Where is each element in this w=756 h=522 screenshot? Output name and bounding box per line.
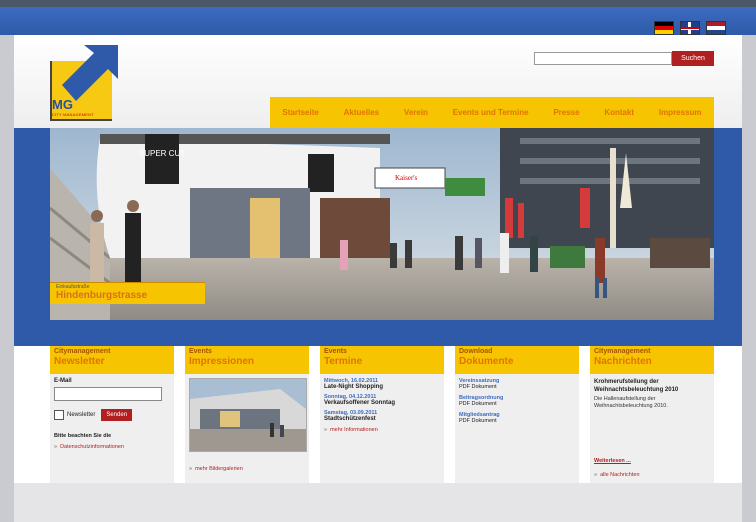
send-button[interactable]: Senden	[101, 409, 133, 421]
event-item[interactable]: Mittwoch, 16.02.2011 Late-Night Shopping	[324, 378, 440, 390]
gallery-photo	[190, 379, 306, 451]
header-bar	[0, 7, 756, 35]
newsletter-checkbox[interactable]	[54, 410, 64, 420]
privacy-link[interactable]: » Datenschutzinformationen	[54, 444, 170, 450]
events-title-main: Termine	[324, 356, 363, 367]
more-galleries-link[interactable]: » mehr Bildergalerien	[189, 466, 243, 472]
privacy-link-label: Datenschutzinformationen	[60, 444, 124, 450]
logo-text: MG	[52, 97, 73, 112]
more-galleries-label: mehr Bildergalerien	[195, 466, 243, 472]
all-news-label: alle Nachrichten	[600, 472, 640, 478]
nav-startseite[interactable]: Startseite	[282, 108, 318, 117]
hero-image: SUPER CUT Kaiser's Einkaufsstraße Hinden…	[50, 128, 714, 320]
newsletter-checkbox-label: Newsletter	[67, 412, 96, 418]
event-title: Late-Night Shopping	[324, 384, 383, 390]
download-type: PDF Dokument	[459, 384, 497, 390]
sign-kaisers: Kaiser's	[395, 174, 418, 182]
logo-arrow-icon	[62, 45, 118, 101]
news-title-main: Nachrichten	[594, 356, 652, 367]
events-box: Events Termine Mittwoch, 16.02.2011 Late…	[320, 346, 444, 483]
download-type: PDF Dokument	[459, 418, 497, 424]
impressions-title-small: Events	[189, 348, 212, 355]
hero-band: SUPER CUT Kaiser's Einkaufsstraße Hinden…	[14, 128, 742, 346]
download-type: PDF Dokument	[459, 401, 497, 407]
events-header: Events Termine	[320, 346, 444, 374]
footer-area	[14, 483, 742, 522]
events-list: Mittwoch, 16.02.2011 Late-Night Shopping…	[324, 378, 440, 433]
newsletter-header: Citymanagement Newsletter	[50, 346, 174, 374]
news-body: Krohmerufstellung der Weihnachtsbeleucht…	[594, 378, 710, 410]
dutch-flag-icon[interactable]	[706, 21, 726, 35]
event-item[interactable]: Sonntag, 04.12.2011 Verkaufsoffener Sonn…	[324, 394, 440, 406]
main-nav: Startseite Aktuelles Verein Events und T…	[270, 97, 714, 128]
event-title: Verkaufsoffener Sonntag	[324, 400, 396, 406]
news-headline: Krohmerufstellung der Weihnachtsbeleucht…	[594, 379, 679, 393]
nav-verein[interactable]: Verein	[404, 108, 428, 117]
arrow-icon: »	[324, 427, 328, 433]
top-strip	[0, 0, 756, 7]
news-header: Citymanagement Nachrichten	[590, 346, 714, 374]
nav-events-termine[interactable]: Events und Termine	[453, 108, 529, 117]
news-title-small: Citymanagement	[594, 348, 651, 355]
newsletter-body: E-Mail Newsletter Senden Bitte beachten …	[54, 378, 170, 450]
page-container: MG CITY MANAGEMENT Suchen Startseite Akt…	[14, 35, 742, 522]
impressions-title-main: Impressionen	[189, 356, 255, 367]
german-flag-icon[interactable]	[654, 21, 674, 35]
event-item[interactable]: Samstag, 03.09.2011 Stadtschützenfest	[324, 410, 440, 422]
news-text: Die Hallenaufstellung der Weihnachtsbele…	[594, 396, 668, 409]
logo-subtitle: CITY MANAGEMENT	[52, 112, 94, 117]
download-item[interactable]: Vereinssatzung PDF Dokument	[459, 378, 575, 390]
email-field[interactable]	[54, 387, 162, 401]
header-area: MG CITY MANAGEMENT Suchen Startseite Akt…	[14, 35, 742, 130]
more-info-label: mehr Informationen	[330, 427, 378, 433]
arrow-icon: »	[594, 472, 598, 478]
search-button[interactable]: Suchen	[672, 51, 714, 66]
download-item[interactable]: Mitgliedsantrag PDF Dokument	[459, 412, 575, 424]
email-label: E-Mail	[54, 378, 72, 384]
nav-kontakt[interactable]: Kontakt	[604, 108, 634, 117]
sign-supercut: SUPER CUT	[139, 149, 185, 158]
more-info-link[interactable]: » mehr Informationen	[324, 427, 440, 433]
hero-caption-main: Hindenburgstrasse	[56, 290, 148, 301]
all-news-link[interactable]: » alle Nachrichten	[594, 472, 640, 478]
newsletter-box: Citymanagement Newsletter E-Mail Newslet…	[50, 346, 174, 483]
nav-aktuelles[interactable]: Aktuelles	[344, 108, 380, 117]
newsletter-title-main: Newsletter	[54, 356, 105, 367]
downloads-title-main: Dokumente	[459, 356, 514, 367]
downloads-title-small: Download	[459, 348, 493, 355]
search-input[interactable]	[534, 52, 672, 65]
hero-caption: Einkaufsstraße Hindenburgstrasse	[50, 282, 205, 304]
nav-presse[interactable]: Presse	[553, 108, 579, 117]
privacy-note: Bitte beachten Sie die	[54, 433, 112, 439]
newsletter-title-small: Citymanagement	[54, 348, 111, 355]
news-box: Citymanagement Nachrichten Krohmerufstel…	[590, 346, 714, 483]
downloads-list: Vereinssatzung PDF Dokument Beitragsordn…	[459, 378, 575, 429]
arrow-icon: »	[54, 444, 58, 450]
british-flag-icon[interactable]	[680, 21, 700, 35]
events-title-small: Events	[324, 348, 347, 355]
impressions-header: Events Impressionen	[185, 346, 309, 374]
arrow-icon: »	[189, 466, 193, 472]
newsletter-row: Newsletter Senden	[54, 409, 170, 421]
downloads-box: Download Dokumente Vereinssatzung PDF Do…	[455, 346, 579, 483]
logo[interactable]: MG CITY MANAGEMENT	[50, 45, 118, 121]
content-columns: Citymanagement Newsletter E-Mail Newslet…	[50, 346, 714, 483]
impressions-box: Events Impressionen » mehr Bildergalerien	[185, 346, 309, 483]
event-title: Stadtschützenfest	[324, 416, 376, 422]
gallery-thumbnail[interactable]	[189, 378, 307, 452]
download-item[interactable]: Beitragsordnung PDF Dokument	[459, 395, 575, 407]
nav-impressum[interactable]: Impressum	[659, 108, 702, 117]
downloads-header: Download Dokumente	[455, 346, 579, 374]
read-more-link[interactable]: Weiterlesen ...	[594, 458, 631, 464]
